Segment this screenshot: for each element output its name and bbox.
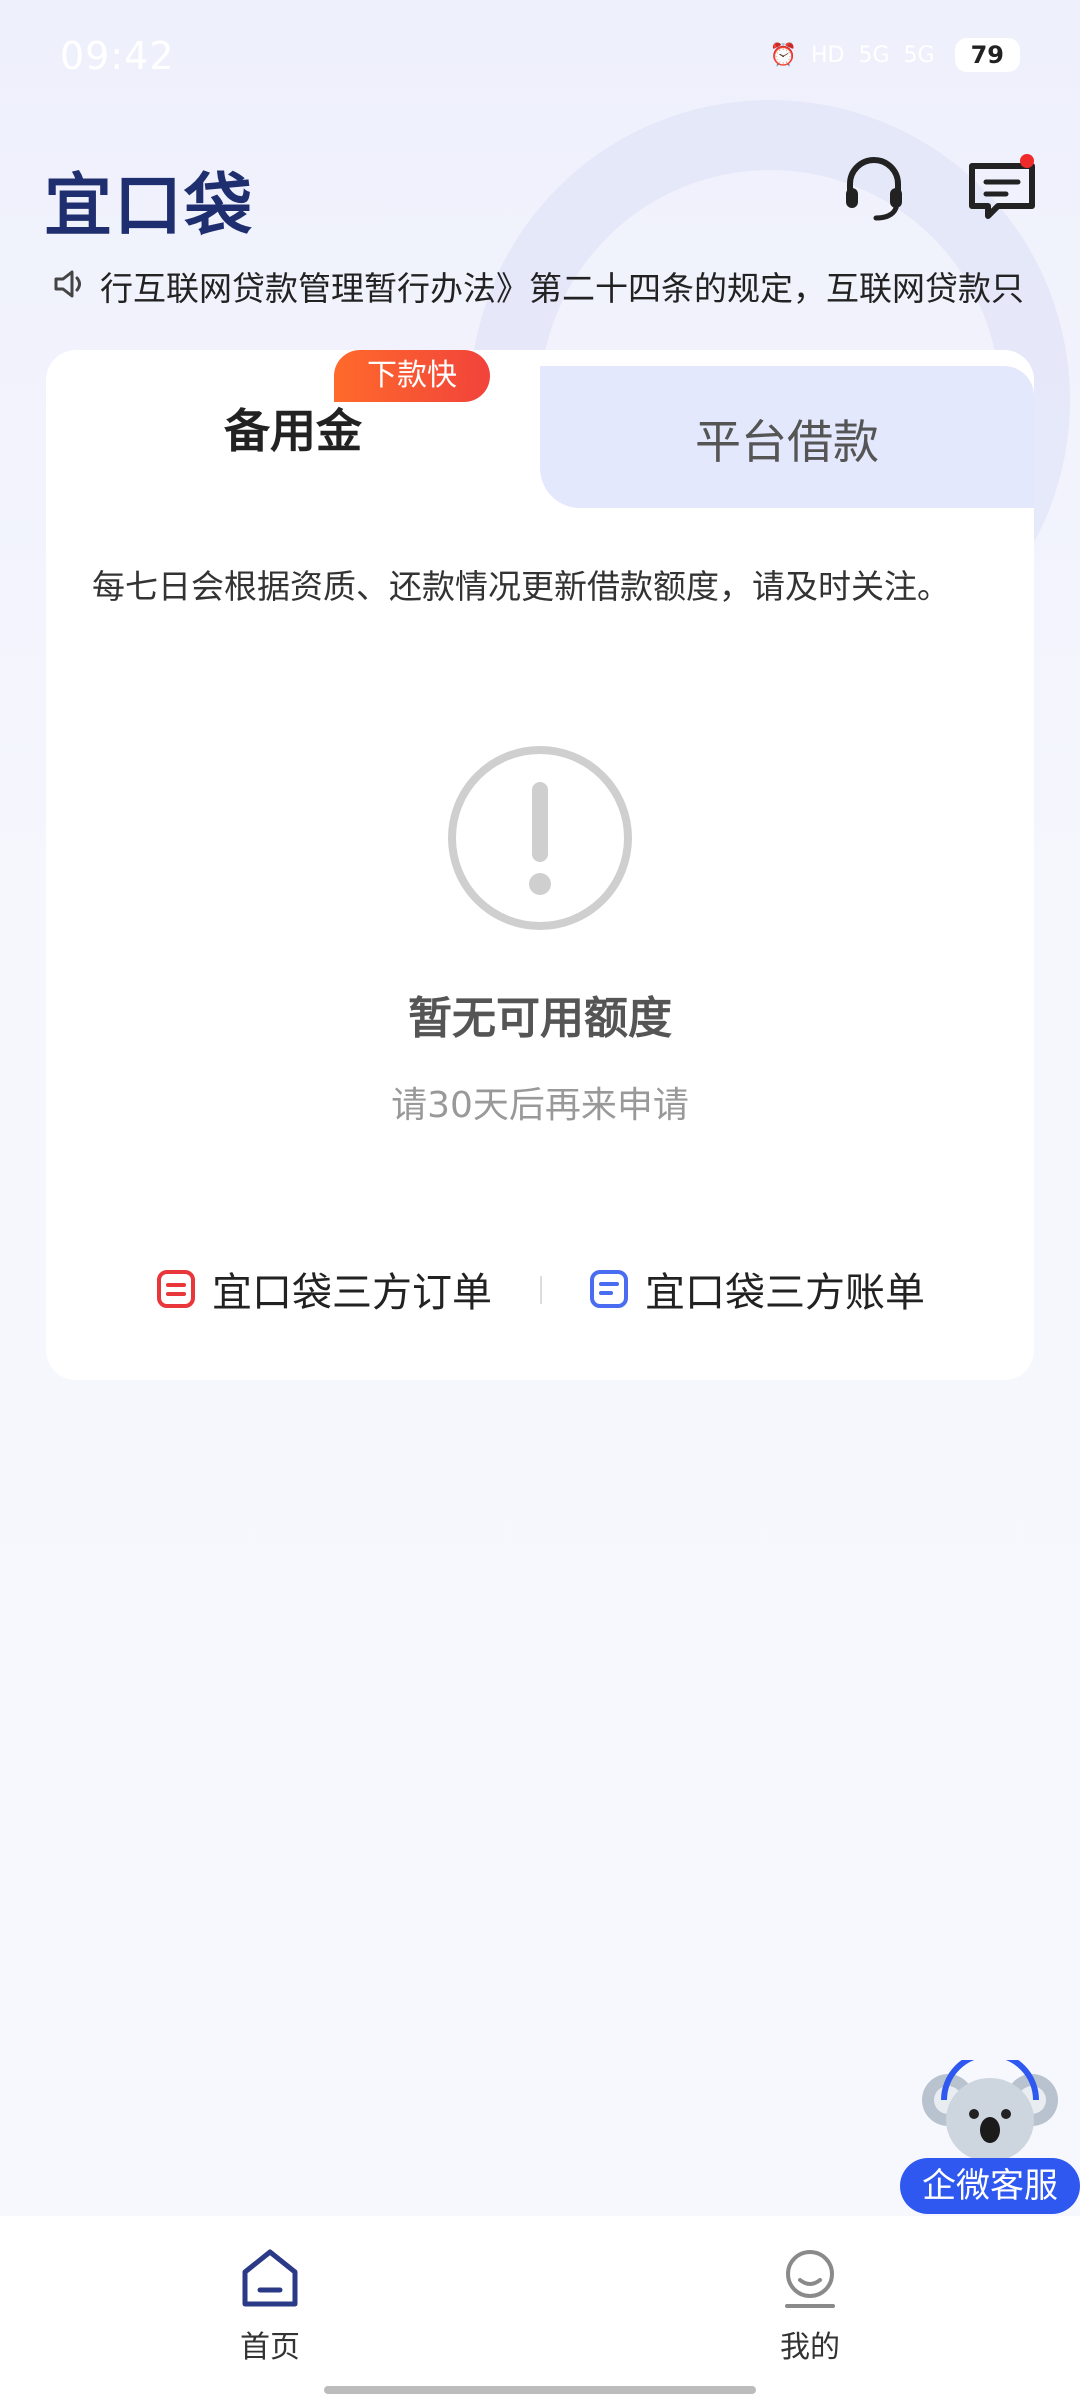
empty-title: 暂无可用额度	[408, 993, 672, 1044]
bottom-navigation: 首页 我的	[0, 2216, 1080, 2400]
tab-platform-loan[interactable]: 平台借款	[540, 366, 1034, 508]
bill-icon	[590, 1270, 628, 1308]
empty-subtitle: 请30天后再来申请	[391, 1085, 689, 1126]
nav-home[interactable]: 首页	[190, 2246, 350, 2366]
app-logo: 宜口袋	[44, 167, 255, 246]
hd-icon: HD	[811, 42, 845, 68]
signal-5g-icon-2: 5G	[903, 42, 935, 68]
profile-icon	[785, 2250, 835, 2308]
koala-mascot-icon	[922, 2060, 1058, 2162]
wecom-service-button[interactable]: 企微客服	[900, 2060, 1080, 2214]
tab-reserve-fund[interactable]: 备用金	[46, 395, 540, 461]
third-party-bills-link[interactable]: 宜口袋三方账单	[589, 1260, 925, 1318]
tab-platform-loan-label: 平台借款	[695, 415, 879, 469]
status-bar: 09:42 ⏰ HD 5G 5G 79	[0, 0, 1080, 110]
nav-mine[interactable]: 我的	[730, 2246, 890, 2366]
third-party-orders-link[interactable]: 宜口袋三方订单	[156, 1260, 492, 1318]
message-icon[interactable]	[966, 152, 1038, 224]
headset-icon[interactable]	[838, 152, 910, 224]
third-party-orders-label: 宜口袋三方订单	[212, 1270, 492, 1316]
wecom-service-label: 企微客服	[900, 2158, 1080, 2214]
gesture-home-indicator[interactable]	[324, 2386, 756, 2394]
battery-indicator: 79	[954, 38, 1020, 72]
order-icon	[157, 1270, 195, 1308]
status-icons: ⏰ HD 5G 5G 79	[770, 38, 1020, 72]
unread-dot	[1020, 154, 1034, 168]
fast-badge: 下款快	[334, 350, 490, 402]
third-party-bills-label: 宜口袋三方账单	[645, 1270, 925, 1316]
status-time: 09:42	[60, 34, 175, 78]
exclamation-icon	[448, 746, 632, 930]
card-description: 每七日会根据资质、还款情况更新借款额度，请及时关注。	[92, 567, 950, 606]
notice-text: 行互联网贷款管理暂行办法》第二十四条的规定，互联网贷款只	[100, 269, 1024, 308]
card-links: 宜口袋三方订单 宜口袋三方账单	[46, 1260, 1034, 1320]
nav-mine-label: 我的	[780, 2330, 840, 2365]
link-divider	[540, 1276, 542, 1304]
signal-5g-icon: 5G	[858, 42, 890, 68]
notice-marquee[interactable]: 行互联网贷款管理暂行办法》第二十四条的规定，互联网贷款只	[46, 260, 1036, 308]
home-icon	[242, 2249, 298, 2307]
alarm-icon: ⏰	[769, 42, 798, 68]
speaker-icon	[54, 270, 81, 298]
nav-home-label: 首页	[240, 2330, 300, 2365]
